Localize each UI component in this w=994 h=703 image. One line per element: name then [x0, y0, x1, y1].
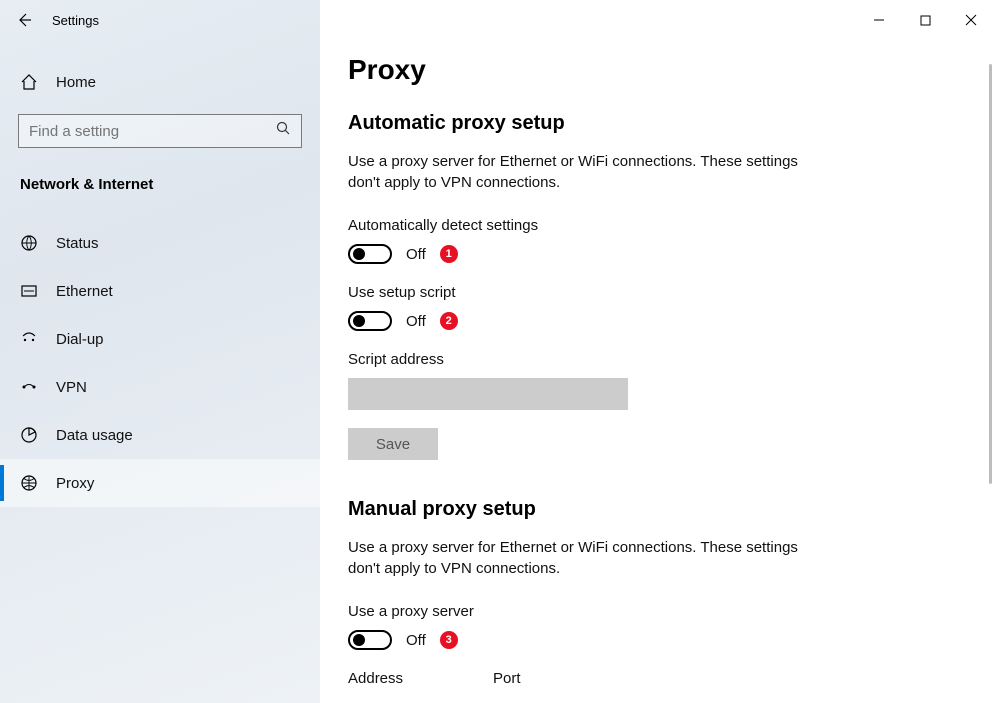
- content-area: Proxy Automatic proxy setup Use a proxy …: [320, 0, 994, 703]
- script-address-input[interactable]: [348, 378, 628, 410]
- sidebar-item-label: Status: [56, 235, 99, 252]
- sidebar-item-datausage[interactable]: Data usage: [0, 411, 320, 459]
- scrollbar[interactable]: [989, 64, 992, 484]
- sidebar-item-label: Proxy: [56, 475, 94, 492]
- annotation-badge-1: 1: [440, 245, 458, 263]
- vpn-icon: [20, 378, 38, 396]
- ethernet-icon: [20, 282, 38, 300]
- minimize-button[interactable]: [856, 5, 902, 35]
- dialup-icon: [20, 330, 38, 348]
- setup-script-state: Off: [406, 313, 426, 330]
- minimize-icon: [873, 14, 885, 26]
- search-icon: [276, 121, 291, 141]
- proxy-icon: [20, 474, 38, 492]
- sidebar-item-label: Ethernet: [56, 283, 113, 300]
- auto-detect-toggle[interactable]: [348, 244, 392, 264]
- auto-detect-state: Off: [406, 246, 426, 263]
- auto-description: Use a proxy server for Ethernet or WiFi …: [348, 151, 808, 193]
- sidebar-item-label: Data usage: [56, 427, 133, 444]
- auto-detect-label: Automatically detect settings: [348, 217, 954, 234]
- manual-description: Use a proxy server for Ethernet or WiFi …: [348, 537, 808, 579]
- back-button[interactable]: [0, 0, 48, 40]
- home-label: Home: [56, 74, 96, 91]
- sidebar-item-label: VPN: [56, 379, 87, 396]
- sidebar-item-ethernet[interactable]: Ethernet: [0, 267, 320, 315]
- save-button[interactable]: Save: [348, 428, 438, 460]
- annotation-badge-2: 2: [440, 312, 458, 330]
- sidebar: Home Network & Internet Status Ethernet: [0, 0, 320, 703]
- use-proxy-label: Use a proxy server: [348, 603, 954, 620]
- window-title: Settings: [52, 13, 99, 28]
- sidebar-item-dialup[interactable]: Dial-up: [0, 315, 320, 363]
- auto-heading: Automatic proxy setup: [348, 112, 954, 135]
- setup-script-label: Use setup script: [348, 284, 954, 301]
- page-title: Proxy: [348, 54, 954, 86]
- titlebar: Settings: [0, 0, 994, 40]
- search-box[interactable]: [18, 114, 302, 148]
- sidebar-item-proxy[interactable]: Proxy: [0, 459, 320, 507]
- category-label: Network & Internet: [0, 148, 320, 201]
- script-address-label: Script address: [348, 351, 954, 368]
- close-icon: [965, 14, 977, 26]
- manual-heading: Manual proxy setup: [348, 498, 954, 521]
- status-icon: [20, 234, 38, 252]
- maximize-icon: [920, 15, 931, 26]
- manual-port-label: Port: [493, 670, 521, 687]
- arrow-left-icon: [16, 12, 32, 28]
- annotation-badge-3: 3: [440, 631, 458, 649]
- setup-script-toggle[interactable]: [348, 311, 392, 331]
- home-icon: [20, 73, 38, 91]
- home-link[interactable]: Home: [0, 60, 320, 104]
- window-controls: [856, 5, 994, 35]
- search-input[interactable]: [29, 123, 276, 140]
- data-usage-icon: [20, 426, 38, 444]
- manual-address-label: Address: [348, 670, 403, 687]
- sidebar-item-vpn[interactable]: VPN: [0, 363, 320, 411]
- nav-list: Status Ethernet Dial-up VPN: [0, 219, 320, 507]
- sidebar-item-status[interactable]: Status: [0, 219, 320, 267]
- use-proxy-state: Off: [406, 632, 426, 649]
- maximize-button[interactable]: [902, 5, 948, 35]
- sidebar-item-label: Dial-up: [56, 331, 104, 348]
- use-proxy-toggle[interactable]: [348, 630, 392, 650]
- close-button[interactable]: [948, 5, 994, 35]
